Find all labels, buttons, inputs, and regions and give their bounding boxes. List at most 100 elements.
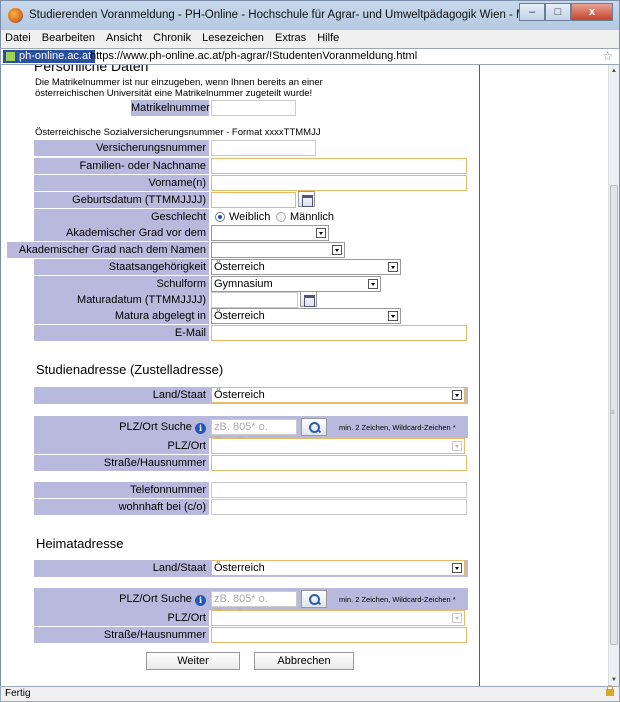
title-after-select[interactable] bbox=[211, 242, 345, 258]
sv-note: Österreichische Sozialversicherungsnumme… bbox=[35, 127, 321, 138]
title-after-label: Akademischer Grad nach dem Namen bbox=[7, 242, 209, 258]
page-content: Personliche Daten Die Matrikelnummer ist… bbox=[0, 65, 620, 686]
home-plz-search-label-text: PLZ/Ort Suche bbox=[119, 593, 192, 605]
scroll-grip-icon: ≡ bbox=[611, 410, 615, 416]
menu-bearbeiten[interactable]: Bearbeiten bbox=[38, 30, 99, 44]
home-street-label: Straße/Hausnummer bbox=[34, 627, 209, 643]
phone-label: Telefonnummer bbox=[34, 482, 209, 498]
home-country-label: Land/Staat bbox=[34, 560, 209, 576]
bookmark-star-icon[interactable]: ☆ bbox=[602, 49, 613, 63]
birthdate-input[interactable] bbox=[211, 192, 296, 208]
title-before-select[interactable] bbox=[211, 225, 329, 241]
co-input[interactable] bbox=[211, 499, 467, 515]
info-icon[interactable]: i bbox=[195, 595, 206, 606]
gender-male-radio[interactable] bbox=[276, 212, 286, 222]
study-plz-search-label-text: PLZ/Ort Suche bbox=[119, 421, 192, 433]
email-input[interactable] bbox=[211, 325, 467, 341]
citizenship-select[interactable]: Österreich bbox=[211, 259, 401, 275]
status-bar: Fertig bbox=[0, 685, 620, 702]
study-street-label: Straße/Hausnummer bbox=[34, 455, 209, 471]
chevron-down-icon bbox=[316, 228, 326, 238]
chevron-down-icon bbox=[332, 245, 342, 255]
menu-extras[interactable]: Extras bbox=[271, 30, 310, 44]
info-icon[interactable]: i bbox=[195, 423, 206, 434]
url-text[interactable]: https://www.ph-online.ac.at/ph-agrar/!St… bbox=[90, 50, 417, 62]
home-plz-search-button[interactable] bbox=[301, 590, 327, 608]
home-plz-select[interactable] bbox=[211, 610, 465, 626]
gender-label: Geschlecht bbox=[34, 209, 209, 225]
study-country-value: Österreich bbox=[214, 389, 265, 401]
window-controls: – □ x bbox=[519, 3, 613, 21]
matrikel-input[interactable] bbox=[211, 100, 296, 116]
personal-data-heading: Personliche Daten bbox=[34, 65, 149, 74]
scroll-down-icon[interactable]: ▼ bbox=[611, 677, 617, 683]
chevron-down-icon bbox=[388, 311, 398, 321]
chevron-down-icon bbox=[452, 563, 462, 573]
matura-place-select[interactable]: Österreich bbox=[211, 308, 401, 324]
chevron-down-icon bbox=[452, 613, 462, 623]
citizenship-label: Staatsangehörigkeit bbox=[34, 259, 209, 275]
phone-input[interactable] bbox=[211, 482, 467, 498]
matura-place-value: Österreich bbox=[214, 310, 265, 322]
study-plz-hint: min. 2 Zeichen, Wildcard-Zeichen * bbox=[339, 423, 456, 432]
firstname-input[interactable] bbox=[211, 175, 467, 191]
study-country-select[interactable]: Österreich bbox=[211, 387, 465, 403]
study-plz-search-button[interactable] bbox=[301, 418, 327, 436]
gender-female-radio[interactable] bbox=[215, 212, 225, 222]
lock-icon[interactable] bbox=[606, 685, 614, 696]
gender-female-label: Weiblich bbox=[229, 211, 271, 223]
chevron-down-icon bbox=[452, 441, 462, 451]
chevron-down-icon bbox=[452, 390, 462, 400]
matura-place-label: Matura abgelegt in bbox=[34, 308, 209, 324]
chevron-down-icon bbox=[388, 262, 398, 272]
menu-lesezeichen[interactable]: Lesezeichen bbox=[198, 30, 268, 44]
school-value: Gymnasium bbox=[214, 278, 273, 290]
menu-chronik[interactable]: Chronik bbox=[149, 30, 195, 44]
sv-label: Versicherungsnummer bbox=[34, 140, 209, 156]
menubar: Datei Bearbeiten Ansicht Chronik Lesezei… bbox=[0, 30, 620, 48]
lastname-input[interactable] bbox=[211, 158, 467, 174]
home-plz-hint: min. 2 Zeichen, Wildcard-Zeichen * bbox=[339, 595, 456, 604]
school-select[interactable]: Gymnasium bbox=[211, 276, 381, 292]
frame-divider bbox=[479, 65, 480, 686]
vertical-scrollbar[interactable]: ▲ ≡ ▼ bbox=[608, 65, 619, 686]
status-text: Fertig bbox=[5, 688, 31, 699]
citizenship-value: Österreich bbox=[214, 261, 265, 273]
matura-date-calendar-icon[interactable] bbox=[300, 291, 317, 307]
cancel-button[interactable]: Abbrechen bbox=[254, 652, 354, 670]
matura-date-label: Maturadatum (TTMMJJJJ) bbox=[34, 292, 209, 308]
maximize-button[interactable]: □ bbox=[545, 3, 571, 21]
menu-ansicht[interactable]: Ansicht bbox=[102, 30, 146, 44]
home-plz-label: PLZ/Ort bbox=[34, 610, 209, 626]
home-country-select[interactable]: Österreich bbox=[211, 560, 465, 576]
address-bar[interactable]: ph-online.ac.at https://www.ph-online.ac… bbox=[0, 48, 620, 65]
minimize-button[interactable]: – bbox=[519, 3, 545, 21]
co-label: wohnhaft bei (c/o) bbox=[34, 499, 209, 515]
home-plz-search-label: PLZ/Ort Suche i bbox=[34, 591, 209, 607]
site-identity-badge[interactable]: ph-online.ac.at bbox=[3, 50, 96, 63]
email-label: E-Mail bbox=[34, 325, 209, 341]
title-before-label: Akademischer Grad vor dem Namen bbox=[34, 225, 209, 255]
birthdate-calendar-icon[interactable] bbox=[298, 191, 315, 207]
matrikel-note: Die Matrikelnummer ist nur einzugeben, w… bbox=[35, 77, 323, 99]
close-button[interactable]: x bbox=[571, 3, 613, 21]
home-country-value: Österreich bbox=[214, 562, 265, 574]
study-street-input[interactable] bbox=[211, 455, 467, 471]
lastname-label: Familien- oder Nachname bbox=[34, 158, 209, 174]
study-address-heading: Studienadresse (Zustelladresse) bbox=[36, 362, 224, 377]
matrikel-label: Matrikelnummer bbox=[131, 100, 210, 116]
scroll-up-icon[interactable]: ▲ bbox=[611, 68, 617, 74]
study-plz-search-input[interactable]: zB. 805* o. Graz* bbox=[211, 419, 297, 447]
home-plz-search-input[interactable]: zB. 805* o. Graz* bbox=[211, 591, 297, 619]
home-street-input[interactable] bbox=[211, 627, 467, 643]
firstname-label: Vorname(n) bbox=[34, 175, 209, 191]
gender-male-label: Männlich bbox=[290, 211, 335, 223]
window-titlebar: Studierenden Voranmeldung - PH-Online - … bbox=[0, 0, 620, 30]
menu-hilfe[interactable]: Hilfe bbox=[313, 30, 343, 44]
sv-input[interactable] bbox=[211, 140, 316, 156]
study-plz-select[interactable] bbox=[211, 438, 465, 454]
menu-datei[interactable]: Datei bbox=[1, 30, 35, 44]
school-label: Schulform bbox=[34, 276, 209, 292]
matura-date-input[interactable] bbox=[211, 292, 298, 308]
next-button[interactable]: Weiter bbox=[146, 652, 240, 670]
